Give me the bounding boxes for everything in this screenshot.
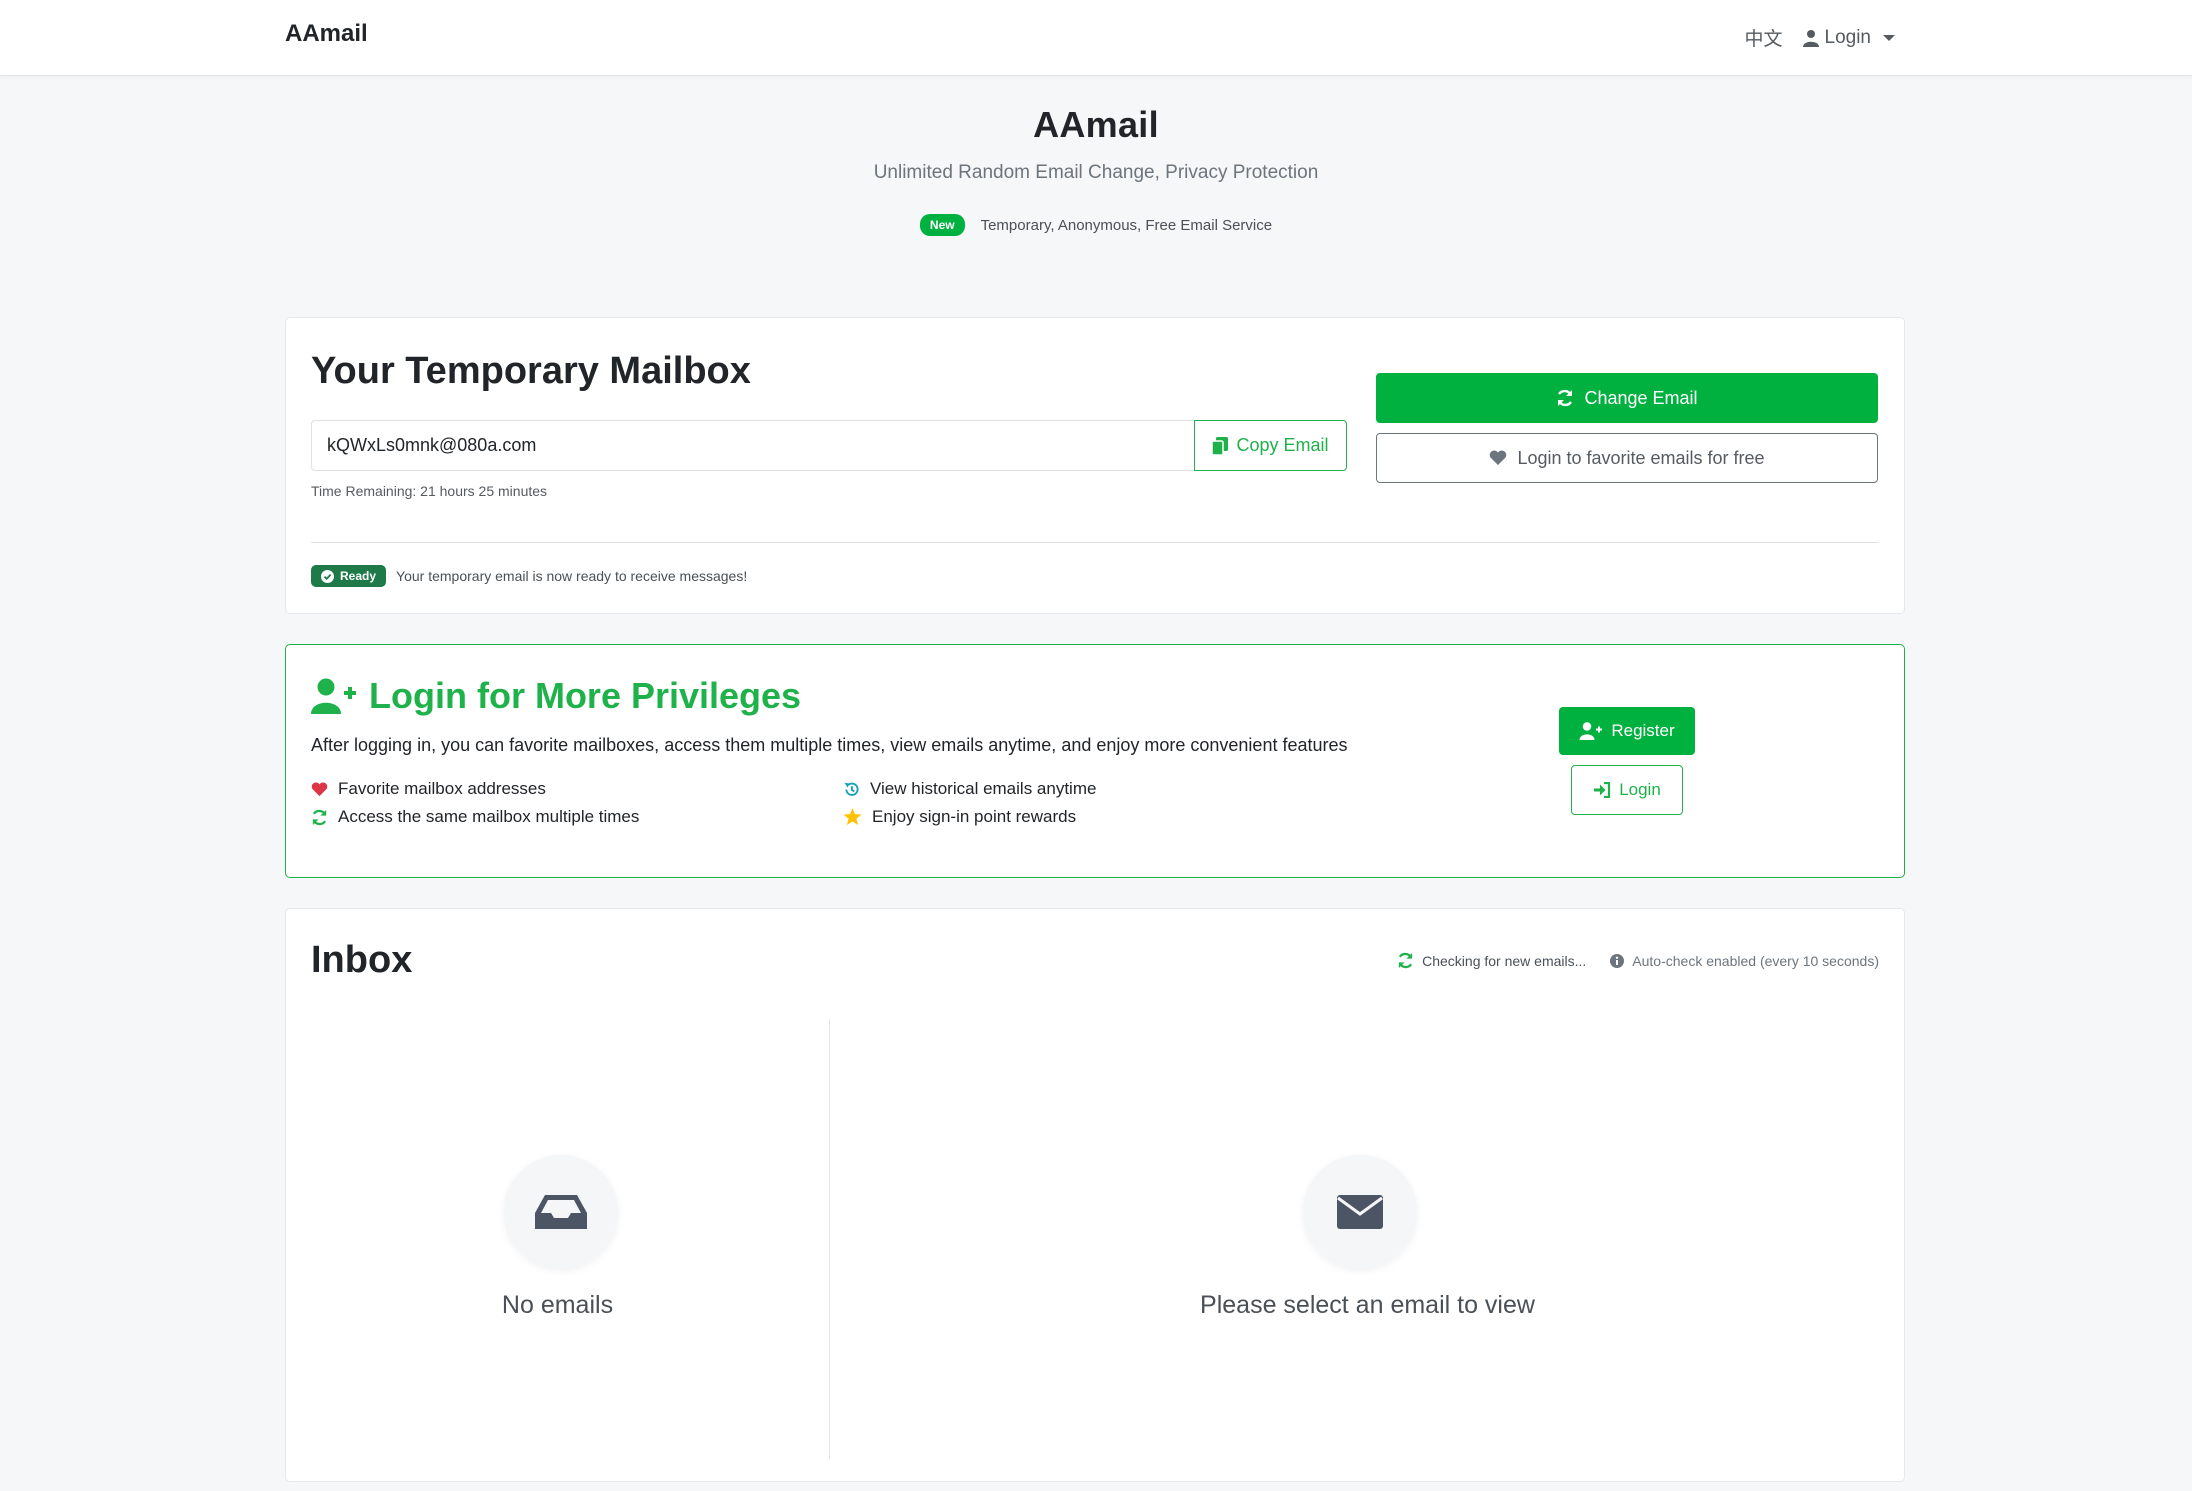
nav-login-dropdown[interactable]: Login (1802, 26, 1895, 49)
change-email-label: Change Email (1584, 387, 1698, 408)
favorite-login-button[interactable]: Login to favorite emails for free (1376, 433, 1878, 483)
empty-list-text: No emails (501, 1291, 614, 1319)
heart-icon (311, 781, 328, 796)
envelope-icon (1337, 1195, 1383, 1229)
change-email-button[interactable]: Change Email (1376, 373, 1878, 423)
sign-in-icon (1594, 782, 1611, 798)
hero: AAmail Unlimited Random Email Change, Pr… (0, 104, 2192, 236)
feature-history: View historical emails anytime (843, 779, 1096, 799)
register-label: Register (1611, 721, 1675, 740)
inbox-split-divider (829, 1019, 830, 1459)
feature-points: Enjoy sign-in point rewards (843, 807, 1076, 827)
feature-multi-access: Access the same mailbox multiple times (311, 807, 639, 827)
copy-icon (1212, 436, 1229, 455)
mailbox-divider (311, 542, 1879, 543)
heart-icon (1490, 450, 1507, 465)
email-input-group: Copy Email (311, 420, 1347, 471)
caret-down-icon (1883, 34, 1895, 41)
new-badge: New (919, 214, 965, 236)
feature-label: Favorite mailbox addresses (338, 779, 546, 798)
ready-text: Your temporary email is now ready to rec… (396, 568, 748, 584)
time-remaining: Time Remaining: 21 hours 25 minutes (311, 483, 548, 499)
info-circle-icon (1610, 953, 1625, 968)
email-address-input[interactable] (311, 420, 1194, 471)
user-plus-icon (1579, 722, 1603, 740)
hero-title: AAmail (1033, 104, 1159, 145)
empty-view-text: Please select an email to view (1200, 1291, 1535, 1319)
navbar: AAmail 中文 Login (0, 0, 2192, 76)
hero-subtitle: Unlimited Random Email Change, Privacy P… (873, 162, 1319, 183)
copy-email-button[interactable]: Copy Email (1194, 420, 1347, 471)
login-button[interactable]: Login (1571, 765, 1683, 815)
inbox-icon (535, 1195, 587, 1229)
privileges-card: Login for More Privileges After logging … (285, 644, 1905, 878)
login-label: Login (1619, 780, 1661, 799)
history-icon (844, 782, 859, 796)
empty-view-circle (1303, 1155, 1417, 1269)
auto-check-status: Auto-check enabled (every 10 seconds) (1610, 953, 1879, 969)
sync-icon (1558, 389, 1573, 407)
user-icon (1802, 29, 1819, 47)
inbox-status: Checking for new emails... Auto-check en… (1397, 952, 1879, 969)
brand-logo[interactable]: AAmail (285, 20, 368, 48)
favorite-login-label: Login to favorite emails for free (1517, 447, 1765, 468)
privileges-description: After logging in, you can favorite mailb… (311, 735, 1348, 755)
inbox-card: Inbox Checking for new emails... Auto-ch… (285, 908, 1905, 1482)
star-icon (843, 808, 862, 826)
spinner-icon (1398, 952, 1413, 969)
checking-text: Checking for new emails... (1422, 952, 1587, 969)
mailbox-title: Your Temporary Mailbox (311, 350, 751, 392)
feature-label: View historical emails anytime (870, 779, 1097, 798)
ready-status: Ready Your temporary email is now ready … (311, 565, 747, 587)
ready-badge: Ready (311, 565, 387, 587)
nav-right: 中文 Login (1744, 24, 1895, 51)
inbox-title: Inbox (311, 939, 413, 981)
check-circle-icon (321, 569, 334, 583)
feature-favorite: Favorite mailbox addresses (311, 779, 546, 799)
register-button[interactable]: Register (1559, 707, 1695, 755)
language-switch[interactable]: 中文 (1744, 24, 1782, 51)
feature-label: Enjoy sign-in point rewards (872, 807, 1077, 826)
ready-badge-label: Ready (340, 569, 377, 583)
copy-email-label: Copy Email (1236, 435, 1329, 455)
auto-check-text: Auto-check enabled (every 10 seconds) (1632, 952, 1879, 969)
hero-badge-row: New Temporary, Anonymous, Free Email Ser… (0, 214, 2192, 236)
empty-inbox-circle (504, 1155, 618, 1269)
nav-login-label: Login (1824, 26, 1872, 48)
privileges-title: Login for More Privileges (311, 675, 801, 717)
feature-label: Access the same mailbox multiple times (338, 807, 640, 826)
sync-icon (312, 809, 327, 825)
checking-status: Checking for new emails... (1397, 952, 1586, 969)
privileges-title-text: Login for More Privileges (369, 675, 802, 716)
mailbox-card: Your Temporary Mailbox Copy Email Time R… (285, 317, 1905, 614)
hero-tagline: Temporary, Anonymous, Free Email Service (980, 216, 1273, 234)
user-plus-icon (311, 678, 356, 714)
